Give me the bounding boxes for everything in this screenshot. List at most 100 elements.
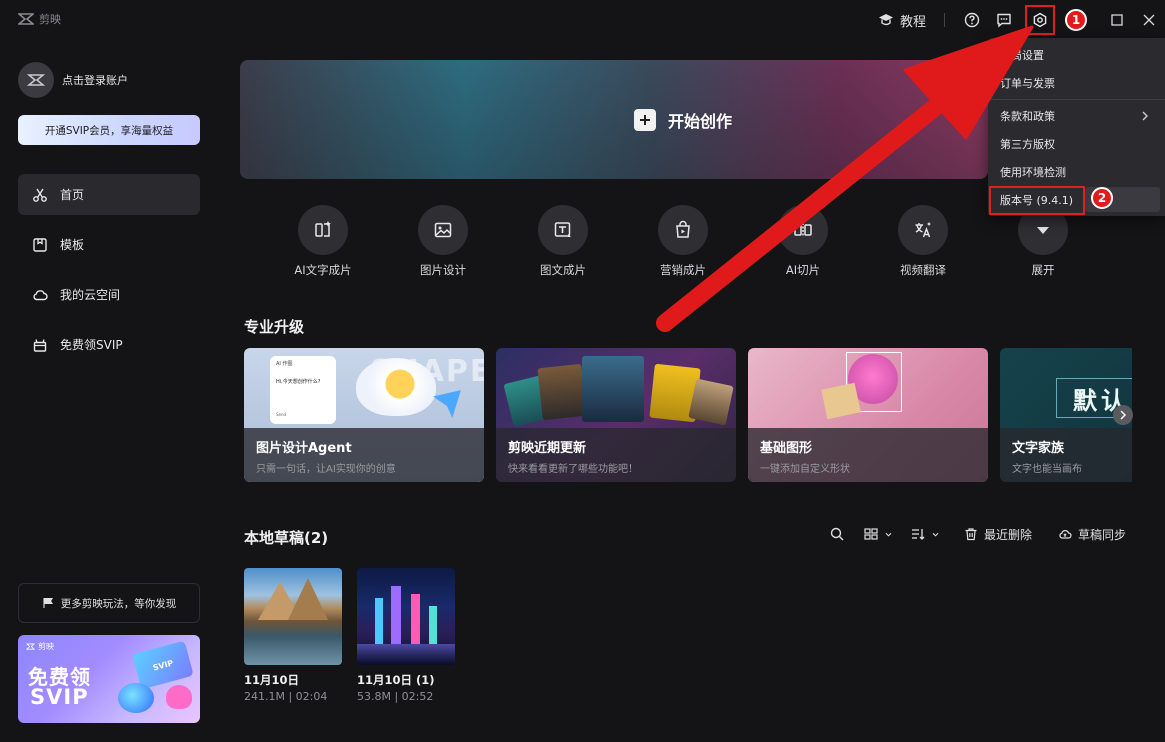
card-title: 文字家族 xyxy=(1012,441,1065,456)
maximize-button[interactable] xyxy=(1101,0,1133,40)
tool-text-image-video[interactable]: 图文成片 xyxy=(518,205,608,278)
close-button[interactable] xyxy=(1133,0,1165,40)
draft-thumbnail[interactable] xyxy=(357,568,455,665)
capcut-avatar-icon xyxy=(27,74,45,86)
pro-upgrade-carousel: AI 作图 Hi,今天想创作什么? Send SHAPE 图片设计Agent 只… xyxy=(244,348,1132,482)
annotation-badge-2: 2 xyxy=(1091,187,1113,209)
settings-hexagon-icon xyxy=(1033,12,1047,28)
sidebar-item-template[interactable]: 模板 xyxy=(18,224,200,265)
svip-upgrade-button[interactable]: 开通SVIP会员，享海量权益 xyxy=(18,115,200,145)
draft-name: 11月10日 xyxy=(244,673,300,687)
water-reflection xyxy=(357,644,455,665)
plus-icon xyxy=(634,109,656,131)
draft-item[interactable]: 11月10日 (1) 53.8M | 02:52 xyxy=(357,568,457,703)
menu-item-orders-invoices[interactable]: 订单与发票 xyxy=(988,69,1165,97)
sidebar-item-cloud[interactable]: 我的云空间 xyxy=(18,274,200,315)
login-area[interactable]: 点击登录账户 xyxy=(18,62,128,98)
tool-label: 营销成片 xyxy=(660,263,706,277)
thumb-graphic-2 xyxy=(537,363,587,421)
mountain-graphic-2 xyxy=(288,578,328,620)
scissors-icon xyxy=(33,188,47,202)
tower-graphic-2 xyxy=(391,586,401,644)
chevron-down-icon xyxy=(1037,227,1049,234)
avatar[interactable] xyxy=(18,62,54,98)
sidebar-item-free-svip[interactable]: 免费领SVIP xyxy=(18,324,200,365)
card-title: 基础图形 xyxy=(760,441,813,456)
drafts-sort-button[interactable] xyxy=(911,527,940,541)
tool-label: AI文字成片 xyxy=(294,263,352,277)
capcut-mini-logo-icon xyxy=(26,643,35,650)
menu-item-terms-policies[interactable]: 条款和政策 xyxy=(988,102,1165,130)
draft-meta: 241.1M | 02:04 xyxy=(244,690,328,703)
pro-upgrade-title: 专业升级 xyxy=(244,318,305,336)
card-subtitle: 只需一句话，让AI实现你的创意 xyxy=(256,464,396,475)
promo-title-line2: SVIP xyxy=(30,685,89,709)
card-title: 剪映近期更新 xyxy=(508,441,587,456)
tool-label: 图片设计 xyxy=(420,263,466,277)
tool-image-design[interactable]: 图片设计 xyxy=(398,205,488,278)
tool-label: 视频翻译 xyxy=(900,263,946,277)
close-icon xyxy=(1143,14,1155,26)
more-features-button[interactable]: 更多剪映玩法，等你发现 xyxy=(18,583,200,623)
tutorial-button[interactable]: 教程 xyxy=(878,11,926,30)
pro-card-image-agent[interactable]: AI 作图 Hi,今天想创作什么? Send SHAPE 图片设计Agent 只… xyxy=(244,348,484,482)
pro-card-recent-updates[interactable]: 剪映近期更新 快来看看更新了哪些功能吧！ xyxy=(496,348,736,482)
draft-item[interactable]: 11月10日 241.1M | 02:04 xyxy=(244,568,344,703)
tool-label: AI切片 xyxy=(785,263,821,277)
sidebar-item-label: 免费领SVIP xyxy=(60,338,123,352)
thumb-graphic-5 xyxy=(688,378,734,426)
svip-card-graphic: SVIP xyxy=(132,640,194,690)
pro-card-basic-shapes[interactable]: 基础图形 一键添加自定义形状 xyxy=(748,348,988,482)
version-highlight-box xyxy=(989,186,1085,215)
sidebar: 点击登录账户 开通SVIP会员，享海量权益 首页 模板 我的云空间 免费领SVI… xyxy=(0,40,218,742)
help-icon xyxy=(964,12,980,28)
app-logo: 剪映 xyxy=(18,11,61,27)
chevron-right-icon xyxy=(1142,111,1148,121)
draft-name: 11月10日 (1) xyxy=(357,673,435,687)
feedback-button[interactable] xyxy=(993,9,1015,31)
shopping-bag-icon xyxy=(676,220,690,238)
free-svip-promo-banner[interactable]: 剪映 免费领 SVIP SVIP xyxy=(18,635,200,723)
trash-icon xyxy=(965,528,977,541)
text-image-icon xyxy=(554,222,571,237)
menu-item-label: 条款和政策 xyxy=(1000,110,1055,123)
thumb-graphic-3 xyxy=(582,356,644,422)
settings-button[interactable] xyxy=(1025,5,1055,35)
ai-cut-icon xyxy=(794,223,812,237)
tool-ai-cut[interactable]: AI切片 xyxy=(758,205,848,278)
menu-divider xyxy=(988,99,1165,100)
tool-ai-text-video[interactable]: AI文字成片 xyxy=(278,205,368,278)
sidebar-item-label: 模板 xyxy=(60,238,85,252)
recent-delete-label: 最近删除 xyxy=(984,527,1033,542)
sidebar-item-home[interactable]: 首页 xyxy=(18,174,200,215)
help-button[interactable] xyxy=(961,9,983,31)
cloud-sync-icon xyxy=(1059,530,1072,539)
drafts-search-button[interactable] xyxy=(830,527,844,541)
draft-thumbnail[interactable] xyxy=(244,568,342,665)
tool-video-translate[interactable]: 视频翻译 xyxy=(878,205,968,278)
tool-label: 图文成片 xyxy=(540,263,586,277)
heart-graphic xyxy=(166,685,192,709)
start-creating-label: 开始创作 xyxy=(668,112,733,131)
recent-delete-button[interactable]: 最近删除 xyxy=(964,526,1032,543)
menu-item-global-settings[interactable]: 全局设置 xyxy=(988,41,1165,69)
maximize-icon xyxy=(1111,14,1123,26)
carousel-next-button[interactable] xyxy=(1113,405,1133,425)
card-subtitle: 快来看看更新了哪些功能吧！ xyxy=(508,464,638,475)
capcut-logo-icon xyxy=(18,13,34,25)
tool-marketing-video[interactable]: 营销成片 xyxy=(638,205,728,278)
app-name: 剪映 xyxy=(39,13,61,26)
quick-tools: AI文字成片 图片设计 图文成片 营销成片 AI切片 视频翻译 展开 xyxy=(278,205,1078,278)
tower-graphic-1 xyxy=(375,598,383,644)
start-creating-button[interactable]: 开始创作 xyxy=(240,60,988,179)
login-label[interactable]: 点击登录账户 xyxy=(62,72,128,88)
menu-item-third-party-copyright[interactable]: 第三方版权 xyxy=(988,130,1165,158)
card-title: 图片设计Agent xyxy=(256,441,352,456)
flag-icon xyxy=(43,597,53,608)
drafts-toolbar: 最近删除 草稿同步 xyxy=(830,524,1126,544)
draft-sync-button[interactable]: 草稿同步 xyxy=(1058,526,1126,543)
menu-item-environment-check[interactable]: 使用环境检测 xyxy=(988,158,1165,186)
sidebar-item-label: 我的云空间 xyxy=(60,288,121,302)
agent-mini-question: Hi,今天想创作什么? xyxy=(276,379,321,385)
drafts-view-toggle[interactable] xyxy=(864,527,893,541)
